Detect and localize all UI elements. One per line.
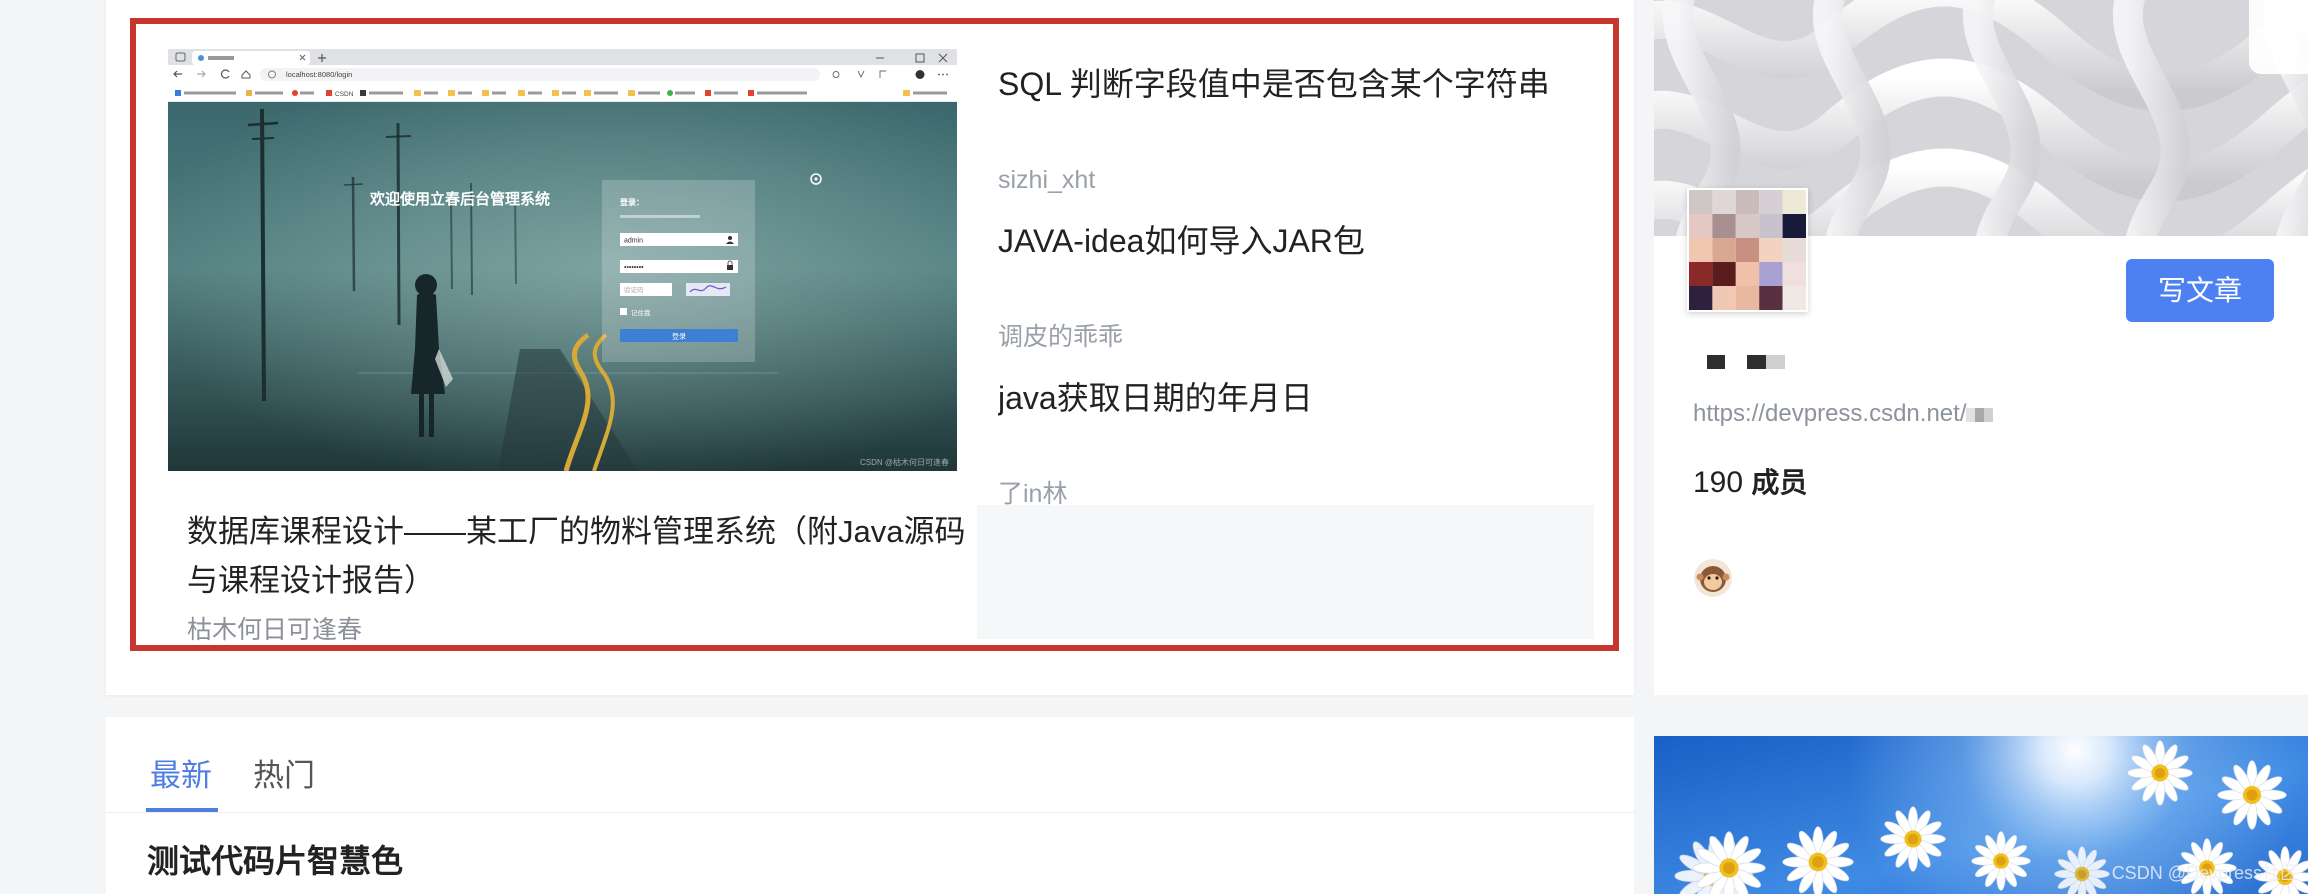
thumbnail-watermark: CSDN @枯木何日可逢春 [860, 457, 949, 467]
related-article-title[interactable]: SQL 判断字段值中是否包含某个字符串 [998, 66, 1613, 102]
member-count-label: 成员 [1751, 467, 1808, 498]
redacted-url-block [1984, 407, 1994, 422]
community-profile-card: https://devpress.csdn.net/ 190 成员 写文章 [1654, 0, 2308, 695]
address-url: localhost:8080/login [286, 70, 352, 79]
feed-post-title[interactable]: 测试代码片智慧色 [147, 841, 403, 881]
redacted-username-block [1747, 355, 1766, 369]
remember-me-checkbox [620, 308, 627, 315]
write-article-button[interactable]: 写文章 [2126, 259, 2274, 322]
empty-placeholder-panel [977, 505, 1594, 639]
featured-article-thumbnail[interactable]: localhost:8080/login CSDN 欢迎使用立春后台管理系统 登… [168, 49, 957, 471]
password-value: •••••••• [624, 265, 644, 272]
browser-address-bar: localhost:8080/login [168, 65, 957, 84]
welcome-heading: 欢迎使用立春后台管理系统 [369, 190, 550, 208]
featured-article-author[interactable]: 枯木何日可逢春 [187, 612, 362, 645]
bookmark-csdn: CSDN [335, 91, 354, 98]
list-item: SQL 判断字段值中是否包含某个字符串 sizhi_xht [998, 42, 1613, 199]
featured-articles-card: localhost:8080/login CSDN 欢迎使用立春后台管理系统 登… [106, 0, 1634, 695]
bookmarks-bar: CSDN [168, 84, 957, 103]
tab-hot[interactable]: 热门 [253, 756, 315, 796]
tab-latest[interactable]: 最新 [150, 756, 212, 796]
redacted-url-block [1966, 407, 1976, 422]
featured-highlight-frame: localhost:8080/login CSDN 欢迎使用立春后台管理系统 登… [130, 18, 1619, 651]
login-form-title: 登录： [619, 197, 644, 207]
pixelated-avatar-image [1689, 190, 1806, 310]
redacted-url-block [1975, 407, 1985, 422]
profile-avatar-icon [915, 70, 925, 79]
redacted-username-block [1707, 355, 1725, 369]
community-url-text: https://devpress.csdn.net/ [1693, 400, 1967, 427]
remember-me-label: 记住我 [631, 308, 651, 317]
list-item: java获取日期的年月日 了in林 [998, 356, 1613, 513]
redacted-username-block [1766, 355, 1785, 369]
related-articles-list: SQL 判断字段值中是否包含某个字符串 sizhi_xht JAVA-idea如… [998, 42, 1613, 513]
related-article-author[interactable]: sizhi_xht [998, 162, 1095, 198]
article-feed-card: 最新 热门 测试代码片智慧色 [106, 717, 1634, 894]
related-article-title[interactable]: JAVA-idea如何导入JAR包 [998, 223, 1613, 259]
member-count-number: 190 [1693, 466, 1744, 499]
member-avatar[interactable] [1694, 559, 1732, 597]
member-count: 190 成员 [1693, 466, 1807, 500]
username-value: admin [624, 238, 643, 245]
related-article-title[interactable]: java获取日期的年月日 [998, 380, 1613, 416]
list-item: JAVA-idea如何导入JAR包 调皮的乖乖 [998, 199, 1613, 356]
login-form: 登录： admin •••••••• 验证码 记住我 登录 [602, 180, 755, 362]
community-url[interactable]: https://devpress.csdn.net/ [1693, 400, 1994, 428]
login-page-background-scene: 欢迎使用立春后台管理系统 [168, 102, 957, 471]
monkey-avatar-icon [1694, 559, 1732, 597]
featured-article-title[interactable]: 数据库课程设计——某工厂的物料管理系统（附Java源码与课程设计报告） [187, 507, 972, 605]
browser-tab-strip [168, 49, 957, 65]
community-avatar[interactable] [1687, 188, 1808, 312]
related-article-author[interactable]: 调皮的乖乖 [998, 319, 1123, 355]
captcha-placeholder: 验证码 [624, 285, 644, 294]
login-submit-label: 登录 [672, 332, 686, 341]
page-watermark: CSDN @Devpress社区 [2111, 863, 2298, 883]
tab-divider [106, 812, 1634, 813]
